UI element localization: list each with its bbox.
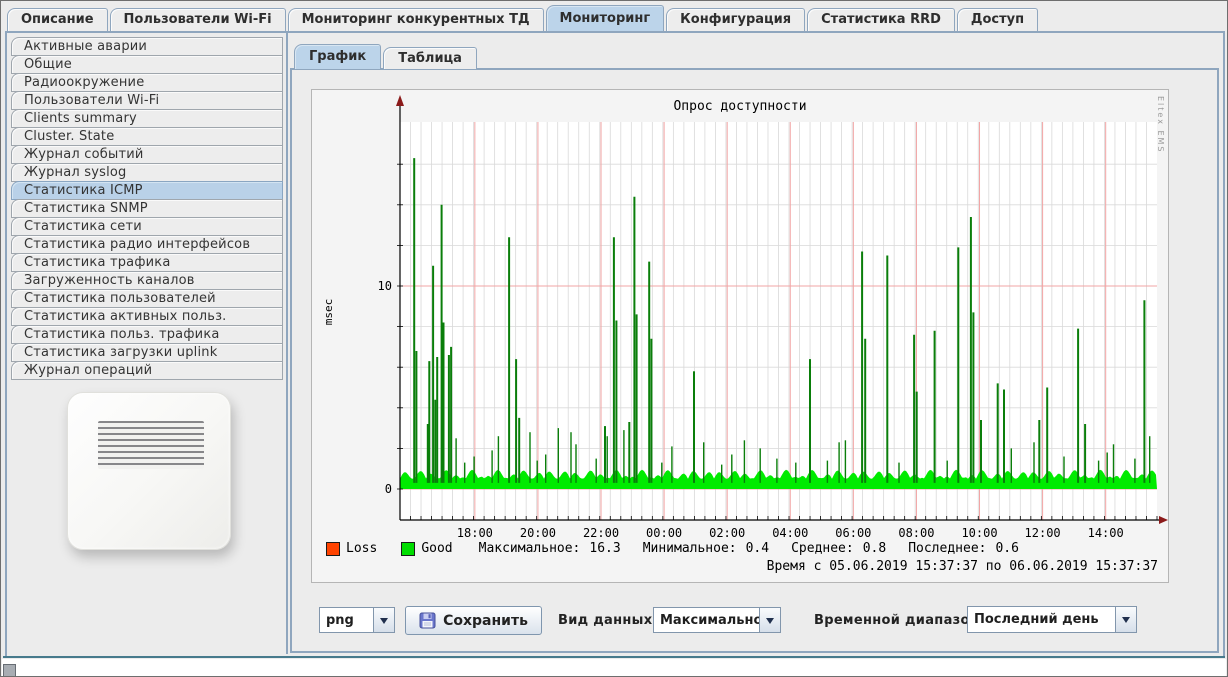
svg-text:06:00: 06:00 — [835, 526, 871, 540]
svg-text:20:00: 20:00 — [520, 526, 556, 540]
tab-konfiguratsiya[interactable]: Конфигурация — [666, 8, 805, 31]
range-select-value: Последний день — [968, 607, 1115, 632]
view-tabbar: График Таблица — [294, 45, 477, 69]
svg-text:00:00: 00:00 — [646, 526, 682, 540]
sidebar-item-radiookruzhenie[interactable]: Радиоокружение — [11, 73, 283, 92]
svg-text:04:00: 04:00 — [772, 526, 808, 540]
sidebar-item-statistika-aktivnykh-polz[interactable]: Статистика активных польз. — [11, 307, 283, 326]
data-kind-select[interactable]: Максимальное — [653, 607, 781, 633]
tab-dostup[interactable]: Доступ — [957, 8, 1038, 31]
bottom-strip — [2, 659, 1226, 676]
availability-chart: Опрос доступности 18:0020:0022:0000:0002… — [311, 89, 1169, 583]
tab-polzovateli-wifi[interactable]: Пользователи Wi-Fi — [110, 8, 286, 31]
avg-stat-value: 0.8 — [863, 541, 886, 556]
main-tabbar: Описание Пользователи Wi-Fi Мониторинг к… — [7, 6, 1038, 31]
sidebar-item-statistika-radio-interfeysov[interactable]: Статистика радио интерфейсов — [11, 235, 283, 254]
tab-tablitsa[interactable]: Таблица — [383, 47, 477, 69]
svg-text:08:00: 08:00 — [898, 526, 934, 540]
tab-opisanie[interactable]: Описание — [7, 8, 108, 31]
min-stat-value: 0.4 — [746, 541, 769, 556]
access-point-image — [65, 392, 235, 558]
window-corner-box — [3, 664, 16, 677]
sidebar-item-zhurnal-operatsiy[interactable]: Журнал операций — [11, 361, 283, 380]
loss-color-swatch — [326, 542, 340, 556]
good-color-swatch — [401, 542, 415, 556]
sidebar-item-statistika-snmp[interactable]: Статистика SNMP — [11, 199, 283, 218]
svg-text:10: 10 — [378, 279, 392, 293]
svg-text:12:00: 12:00 — [1025, 526, 1061, 540]
sidebar-item-zagruzhennost-kanalov[interactable]: Загруженность каналов — [11, 271, 283, 290]
access-point-body — [67, 392, 231, 550]
data-kind-label: Вид данных — [558, 613, 652, 628]
sidebar-item-statistika-trafika[interactable]: Статистика трафика — [11, 253, 283, 272]
last-stat-label: Последнее: — [908, 541, 986, 556]
tab-monitoring-konkurentnykh-td[interactable]: Мониторинг конкурентных ТД — [288, 8, 544, 31]
sidebar-item-polzovateli-wifi[interactable]: Пользователи Wi-Fi — [11, 91, 283, 110]
chart-time-range: Время с 05.06.2019 15:37:37 по 06.06.201… — [767, 559, 1158, 574]
app-window: Описание Пользователи Wi-Fi Мониторинг к… — [0, 0, 1228, 677]
good-legend-label: Good — [421, 541, 452, 556]
sidebar-item-statistika-zagruzki-uplink[interactable]: Статистика загрузки uplink — [11, 343, 283, 362]
loss-legend-label: Loss — [346, 541, 377, 556]
chart-watermark: Eltex EMS — [1156, 96, 1165, 154]
tab-monitoring[interactable]: Мониторинг — [546, 5, 665, 31]
sidebar-item-zhurnal-sobytiy[interactable]: Журнал событий — [11, 145, 283, 164]
floppy-disk-icon — [419, 612, 436, 629]
sidebar-item-statistika-polz-trafika[interactable]: Статистика польз. трафика — [11, 325, 283, 344]
svg-text:14:00: 14:00 — [1088, 526, 1124, 540]
chart-legend: Loss Good Максимальное: 16.3 Минимальное… — [326, 541, 1039, 556]
format-select-arrow-icon[interactable] — [373, 608, 394, 632]
sidebar-divider — [286, 33, 288, 654]
max-stat-value: 16.3 — [589, 541, 620, 556]
svg-text:msec: msec — [322, 299, 335, 326]
panel-bottom-border — [3, 656, 1225, 658]
save-button-label: Сохранить — [443, 613, 528, 629]
availability-plot: 18:00 20:00 22:00 00:00 02:00 04:00 06:00 08:00… — [312, 90, 1168, 582]
svg-text:02:00: 02:00 — [709, 526, 745, 540]
svg-text:0: 0 — [385, 482, 392, 496]
data-kind-select-arrow-icon[interactable] — [759, 608, 780, 632]
data-kind-select-value: Максимальное — [654, 608, 759, 632]
min-stat-label: Минимальное: — [643, 541, 737, 556]
range-select-arrow-icon[interactable] — [1115, 607, 1136, 632]
sidebar: Активные аварии Общие Радиоокружение Пол… — [11, 38, 283, 380]
sidebar-item-clients-summary[interactable]: Clients summary — [11, 109, 283, 128]
avg-stat-label: Среднее: — [791, 541, 854, 556]
tab-statistika-rrd[interactable]: Статистика RRD — [807, 8, 955, 31]
sidebar-item-zhurnal-syslog[interactable]: Журнал syslog — [11, 163, 283, 182]
sidebar-item-obshchie[interactable]: Общие — [11, 55, 283, 74]
range-label: Временной диапазон — [814, 613, 979, 628]
sidebar-item-statistika-icmp[interactable]: Статистика ICMP — [11, 181, 283, 200]
range-select[interactable]: Последний день — [967, 606, 1137, 633]
access-point-grille — [98, 421, 204, 469]
tab-grafik[interactable]: График — [294, 44, 381, 69]
sidebar-item-statistika-polzovateley[interactable]: Статистика пользователей — [11, 289, 283, 308]
max-stat-label: Максимальное: — [479, 541, 581, 556]
svg-text:18:00: 18:00 — [457, 526, 493, 540]
sidebar-item-statistika-seti[interactable]: Статистика сети — [11, 217, 283, 236]
last-stat-value: 0.6 — [995, 541, 1018, 556]
format-select-value: png — [320, 608, 373, 632]
svg-text:10:00: 10:00 — [961, 526, 997, 540]
sidebar-item-aktivnye-avarii[interactable]: Активные аварии — [11, 37, 283, 56]
format-select[interactable]: png — [319, 607, 395, 633]
save-button[interactable]: Сохранить — [405, 606, 542, 635]
sidebar-item-cluster-state[interactable]: Cluster. State — [11, 127, 283, 146]
svg-text:22:00: 22:00 — [583, 526, 619, 540]
